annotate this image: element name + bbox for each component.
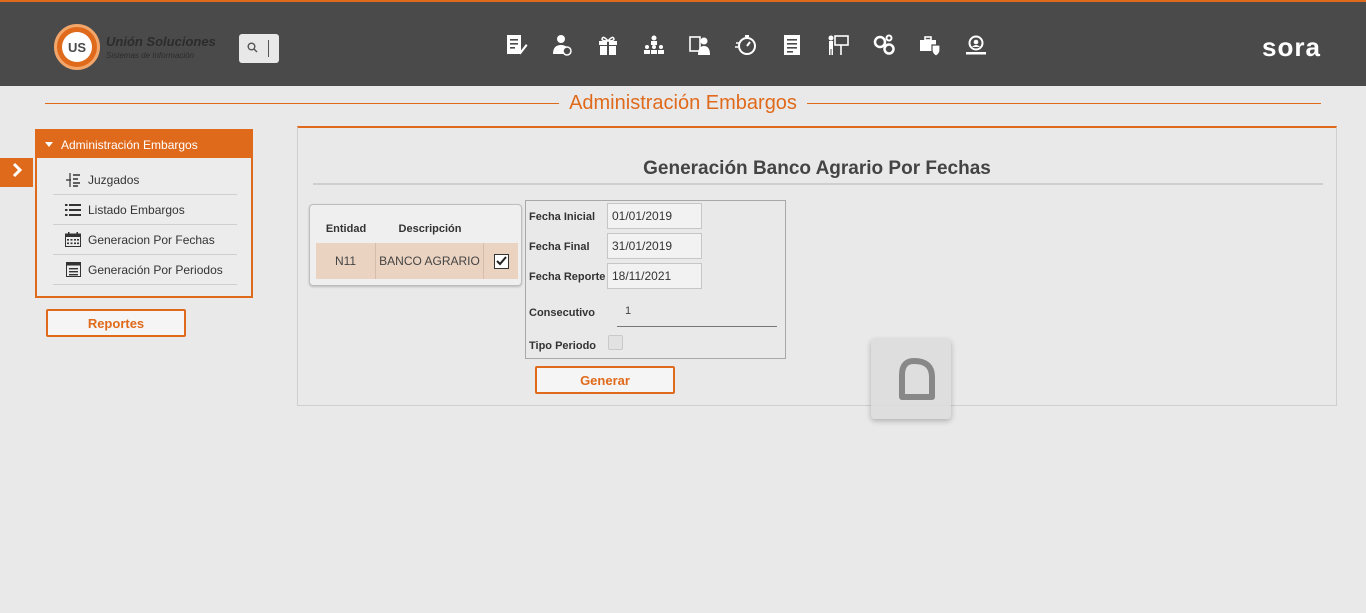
org-chart-icon[interactable] [631, 32, 677, 58]
presentation-icon[interactable] [815, 32, 861, 58]
indent-list-icon [64, 172, 82, 188]
menu-header-label: Administración Embargos [61, 137, 198, 152]
chevron-right-icon [11, 162, 23, 183]
column-header-entidad: Entidad [325, 223, 367, 235]
fecha-reporte-label: Fecha Reporte [529, 271, 606, 283]
main-panel: Generación Banco Agrario Por Fechas Enti… [297, 126, 1337, 419]
cell-select [484, 243, 518, 279]
document-edit-icon[interactable] [493, 32, 539, 58]
user-search-icon[interactable] [953, 32, 999, 58]
logo-subtitle: Sistemas de Información [106, 51, 195, 60]
column-header-select [484, 217, 518, 241]
table-row[interactable]: N11 BANCO AGRARIO [316, 243, 518, 279]
fecha-inicial-field[interactable]: 01/01/2019 [607, 203, 702, 229]
page-title-row: Administración Embargos [45, 90, 1321, 116]
logo-mark: US [62, 32, 92, 62]
sidebar-item-juzgados[interactable]: Juzgados [53, 165, 237, 195]
sidebar-item-label: Listado Embargos [88, 202, 185, 217]
company-logo[interactable]: US Unión Soluciones Sistemas de Informac… [54, 24, 216, 70]
fecha-reporte-field[interactable]: 18/11/2021 [607, 263, 702, 289]
page-title: Administración Embargos [569, 91, 797, 114]
logo-badge: US [54, 24, 100, 70]
consecutivo-underline [617, 326, 777, 327]
report-icon[interactable] [769, 32, 815, 58]
cell-entidad: N11 [316, 243, 376, 279]
stopwatch-icon[interactable] [723, 32, 769, 58]
title-line-right [806, 102, 1321, 104]
table-list-icon [64, 262, 82, 278]
column-header-descripcion: Descripción [398, 223, 462, 235]
search-icon [247, 40, 258, 58]
sidebar-item-label: Juzgados [88, 172, 140, 187]
module-nav [493, 32, 999, 58]
sidebar-toggle-button[interactable] [0, 158, 33, 187]
loading-spinner-icon [899, 358, 935, 400]
consecutivo-label: Consecutivo [529, 307, 596, 319]
logo-title: Unión Soluciones [106, 34, 216, 49]
list-icon [64, 202, 82, 218]
brand-logo: sora [1262, 32, 1321, 62]
row-select-checkbox[interactable] [493, 253, 509, 269]
sidebar-item-label: Generación Por Periodos [88, 262, 223, 277]
title-line-left [45, 102, 560, 104]
fecha-final-label: Fecha Final [529, 241, 590, 253]
gift-icon[interactable] [585, 32, 631, 58]
search-divider [268, 40, 269, 57]
gears-icon[interactable] [861, 32, 907, 58]
menu-header[interactable]: Administración Embargos [37, 131, 251, 158]
caret-down-icon [45, 142, 53, 147]
fecha-inicial-label: Fecha Inicial [529, 211, 596, 223]
tipo-periodo-label: Tipo Periodo [529, 340, 597, 352]
tipo-periodo-checkbox[interactable] [608, 335, 623, 350]
generate-button[interactable]: Generar [535, 366, 675, 394]
generation-form: Fecha Inicial 01/01/2019 Fecha Final 31/… [525, 200, 951, 419]
cell-descripcion: BANCO AGRARIO [376, 243, 484, 279]
sidebar-item-generacion-por-fechas[interactable]: Generacion Por Fechas [53, 225, 237, 255]
consecutivo-value: 1 [625, 305, 632, 317]
sidebar-item-listado-embargos[interactable]: Listado Embargos [53, 195, 237, 225]
grid-header: Entidad Descripción [316, 217, 518, 241]
sidebar-item-label: Generacion Por Fechas [88, 232, 215, 247]
panel-title: Generación Banco Agrario Por Fechas [643, 158, 991, 179]
sidebar-menu: Administración Embargos Juzgados Listado… [35, 129, 253, 298]
top-bar: US Unión Soluciones Sistemas de Informac… [0, 0, 1366, 86]
check-icon [495, 256, 507, 266]
search-button[interactable] [239, 34, 279, 63]
sidebar-item-generacion-por-periodos[interactable]: Generación Por Periodos [53, 255, 237, 285]
reports-button[interactable]: Reportes [46, 309, 186, 337]
entities-grid: Entidad Descripción N11 BANCO AGRARIO [309, 204, 522, 286]
loading-overlay [871, 339, 951, 419]
briefcase-shield-icon[interactable] [907, 32, 953, 58]
calendar-icon [64, 232, 82, 248]
fecha-final-field[interactable]: 31/01/2019 [607, 233, 702, 259]
user-id-icon[interactable] [677, 32, 723, 58]
panel-divider [313, 183, 1323, 185]
user-money-icon[interactable] [539, 32, 585, 58]
